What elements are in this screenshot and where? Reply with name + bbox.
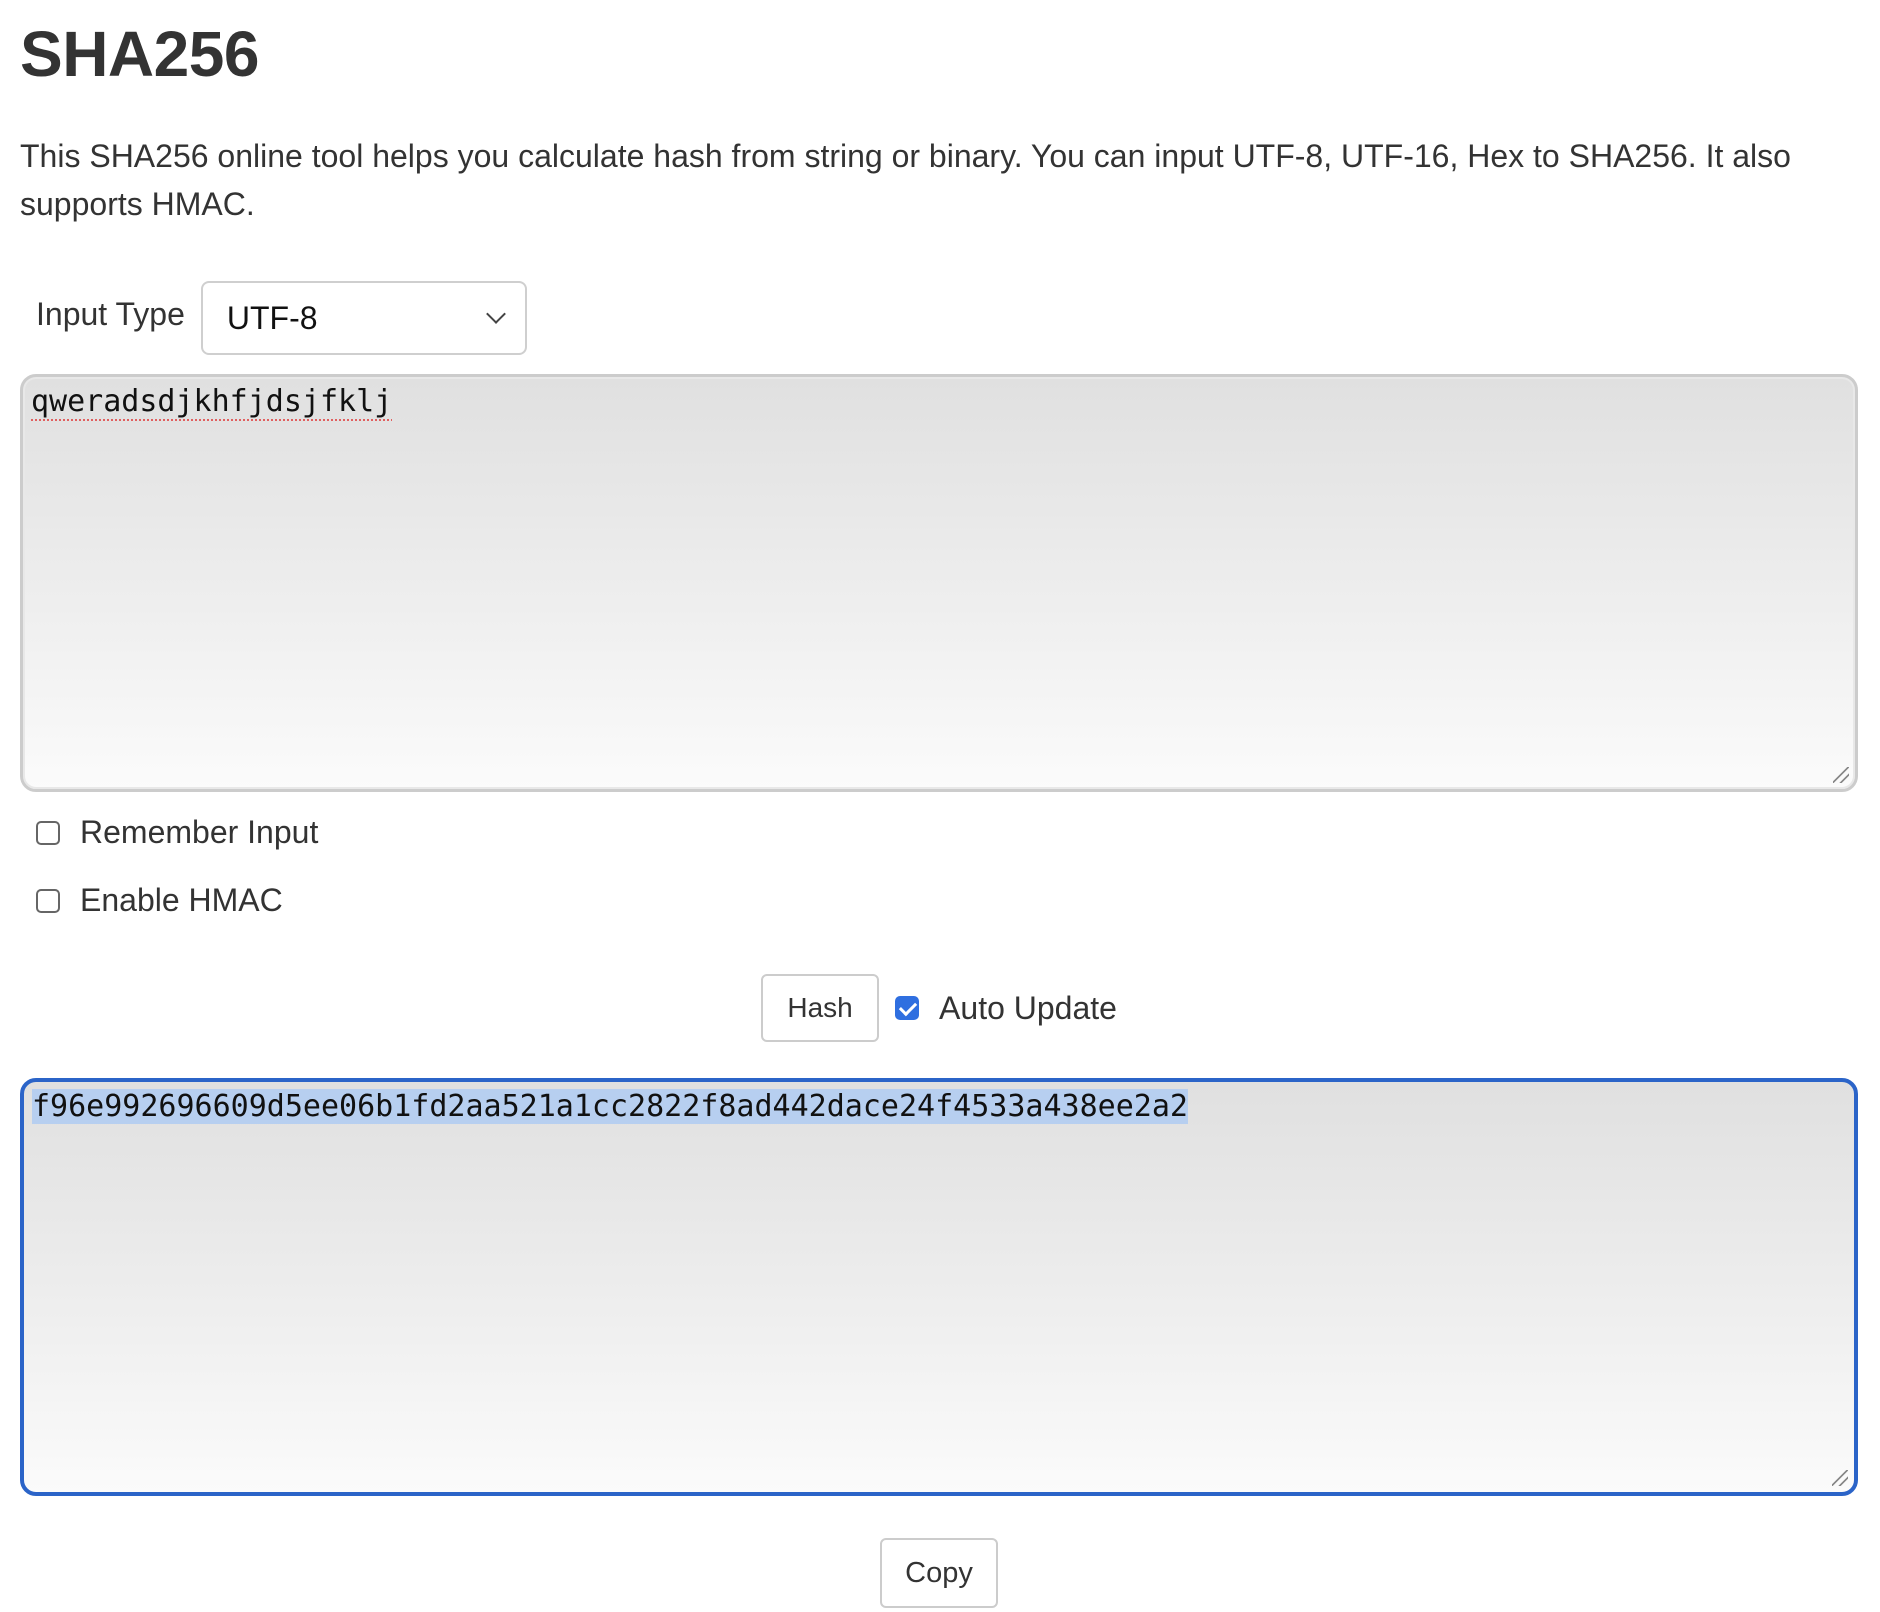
input-text: qweradsdjkhfjdsjfklj bbox=[31, 384, 393, 419]
hash-button[interactable]: Hash bbox=[761, 974, 880, 1042]
enable-hmac-option[interactable]: Enable HMAC bbox=[36, 882, 283, 919]
remember-input-option[interactable]: Remember Input bbox=[36, 814, 318, 851]
hash-action-row: Hash Auto Update bbox=[20, 974, 1858, 1042]
input-type-label: Input Type bbox=[36, 295, 185, 332]
copy-row: Copy bbox=[20, 1538, 1858, 1608]
output-textarea[interactable]: f96e992696609d5ee06b1fd2aa521a1cc2822f8a… bbox=[20, 1078, 1858, 1496]
chevron-down-icon bbox=[485, 304, 506, 324]
enable-hmac-checkbox[interactable] bbox=[36, 888, 60, 913]
page-title: SHA256 bbox=[20, 18, 259, 90]
resize-handle-icon[interactable] bbox=[1833, 767, 1849, 783]
resize-handle-icon[interactable] bbox=[1832, 1470, 1848, 1486]
output-hash-text: f96e992696609d5ee06b1fd2aa521a1cc2822f8a… bbox=[32, 1089, 1188, 1124]
input-type-row: Input Type UTF-8 bbox=[36, 280, 527, 356]
enable-hmac-label: Enable HMAC bbox=[80, 882, 283, 918]
page-description: This SHA256 online tool helps you calcul… bbox=[20, 138, 1791, 222]
input-type-selected-value: UTF-8 bbox=[226, 299, 318, 336]
remember-input-checkbox[interactable] bbox=[36, 820, 60, 845]
auto-update-checkbox[interactable] bbox=[895, 996, 920, 1020]
input-textarea[interactable]: qweradsdjkhfjdsjfklj bbox=[20, 374, 1858, 792]
input-type-select[interactable]: UTF-8 bbox=[200, 281, 527, 355]
remember-input-label: Remember Input bbox=[80, 814, 319, 850]
copy-button[interactable]: Copy bbox=[880, 1538, 998, 1608]
auto-update-label: Auto Update bbox=[939, 989, 1117, 1026]
